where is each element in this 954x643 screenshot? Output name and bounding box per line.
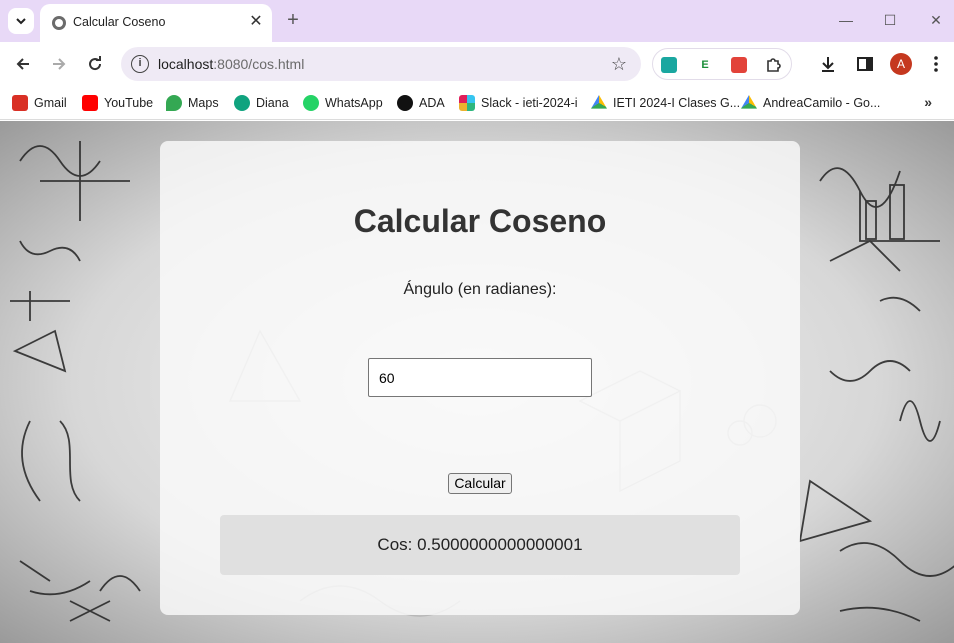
url-text[interactable]: localhost:8080/cos.html (158, 56, 304, 72)
profile-avatar[interactable]: A (890, 53, 912, 75)
bookmark-star-icon[interactable]: ☆ (611, 54, 627, 75)
more-menu-icon[interactable] (926, 54, 946, 74)
result-text: Cos: 0.5000000000000001 (377, 535, 583, 554)
bookmarks-bar: Gmail YouTube Maps Diana WhatsApp ADA Sl… (0, 86, 954, 120)
tab-search-button[interactable] (8, 8, 34, 34)
more-bookmarks-icon[interactable]: » (924, 94, 932, 110)
globe-icon (52, 16, 66, 30)
screen-capture-icon[interactable] (661, 57, 677, 73)
google-drive-icon (591, 95, 607, 109)
bookmark-ada[interactable]: ADA (397, 93, 445, 113)
url-path: :8080/cos.html (213, 56, 305, 72)
bookmark-slack[interactable]: Slack - ieti-2024-i (459, 93, 578, 113)
bookmark-youtube[interactable]: YouTube (82, 93, 153, 113)
tab-strip: Calcular Coseno ✕ + — ☐ ✕ (0, 0, 954, 42)
back-button[interactable] (11, 52, 35, 76)
calculate-button[interactable]: Calcular (448, 473, 512, 494)
bookmark-gmail[interactable]: Gmail (12, 93, 67, 113)
new-tab-button[interactable]: + (282, 9, 304, 31)
bookmark-label: YouTube (104, 96, 154, 110)
close-tab-icon[interactable]: ✕ (246, 12, 266, 32)
bookmark-label: WhatsApp (325, 96, 383, 110)
bookmark-maps[interactable]: Maps (166, 93, 219, 113)
evernote-icon[interactable]: E (697, 57, 713, 73)
tab-title: Calcular Coseno (73, 15, 166, 29)
address-bar[interactable]: localhost:8080/cos.html ☆ (121, 47, 641, 81)
chevron-down-icon (16, 18, 26, 25)
maximize-icon[interactable]: ☐ (880, 10, 900, 30)
angle-label: Ángulo (en radianes): (403, 281, 557, 298)
bookmark-label: ADA (419, 96, 445, 110)
reload-button[interactable] (83, 52, 107, 76)
bookmark-label: Slack - ieti-2024-i (481, 96, 578, 110)
bookmark-diana[interactable]: Diana (234, 93, 289, 113)
arrow-left-icon (16, 58, 29, 70)
reload-icon (89, 56, 102, 71)
ada-icon (397, 95, 413, 111)
youtube-icon (82, 95, 98, 111)
bookmark-label: AndreaCamilo - Go... (763, 96, 881, 110)
bookmark-label: Diana (256, 96, 289, 110)
maps-icon (166, 95, 182, 111)
bookmark-label: Gmail (34, 96, 67, 110)
minimize-icon[interactable]: — (836, 10, 856, 30)
result-box: Cos: 0.5000000000000001 (220, 515, 740, 575)
url-host: localhost (158, 56, 214, 72)
forward-button[interactable] (47, 52, 71, 76)
side-panel-icon[interactable] (855, 54, 875, 74)
bookmark-whatsapp[interactable]: WhatsApp (303, 93, 383, 113)
site-info-icon[interactable] (131, 55, 149, 73)
active-tab[interactable]: Calcular Coseno ✕ (40, 4, 272, 42)
calculator-card: Calcular Coseno Ángulo (en radianes): Ca… (160, 141, 800, 615)
bookmark-label: Maps (188, 96, 219, 110)
openai-icon (234, 95, 250, 111)
page-title: Calcular Coseno (353, 203, 607, 239)
browser-toolbar: localhost:8080/cos.html ☆ E A (0, 42, 954, 86)
close-window-icon[interactable]: ✕ (926, 10, 946, 30)
angle-input[interactable] (368, 358, 592, 397)
bookmark-andreacamilo[interactable]: AndreaCamilo - Go... (741, 93, 880, 113)
slack-icon (459, 95, 475, 111)
page-viewport: Calcular Coseno Ángulo (en radianes): Ca… (0, 121, 954, 643)
reader-icon[interactable] (731, 57, 747, 73)
bookmark-ieti-clases[interactable]: IETI 2024-I Clases G... (591, 93, 740, 113)
google-drive-icon (741, 95, 757, 109)
download-icon[interactable] (818, 54, 838, 74)
gmail-icon (12, 95, 28, 111)
puzzle-extensions-icon[interactable] (765, 57, 781, 73)
extensions-group: E (652, 48, 792, 80)
arrow-right-icon (53, 58, 66, 70)
bookmark-label: IETI 2024-I Clases G... (613, 96, 741, 110)
whatsapp-icon (303, 95, 319, 111)
